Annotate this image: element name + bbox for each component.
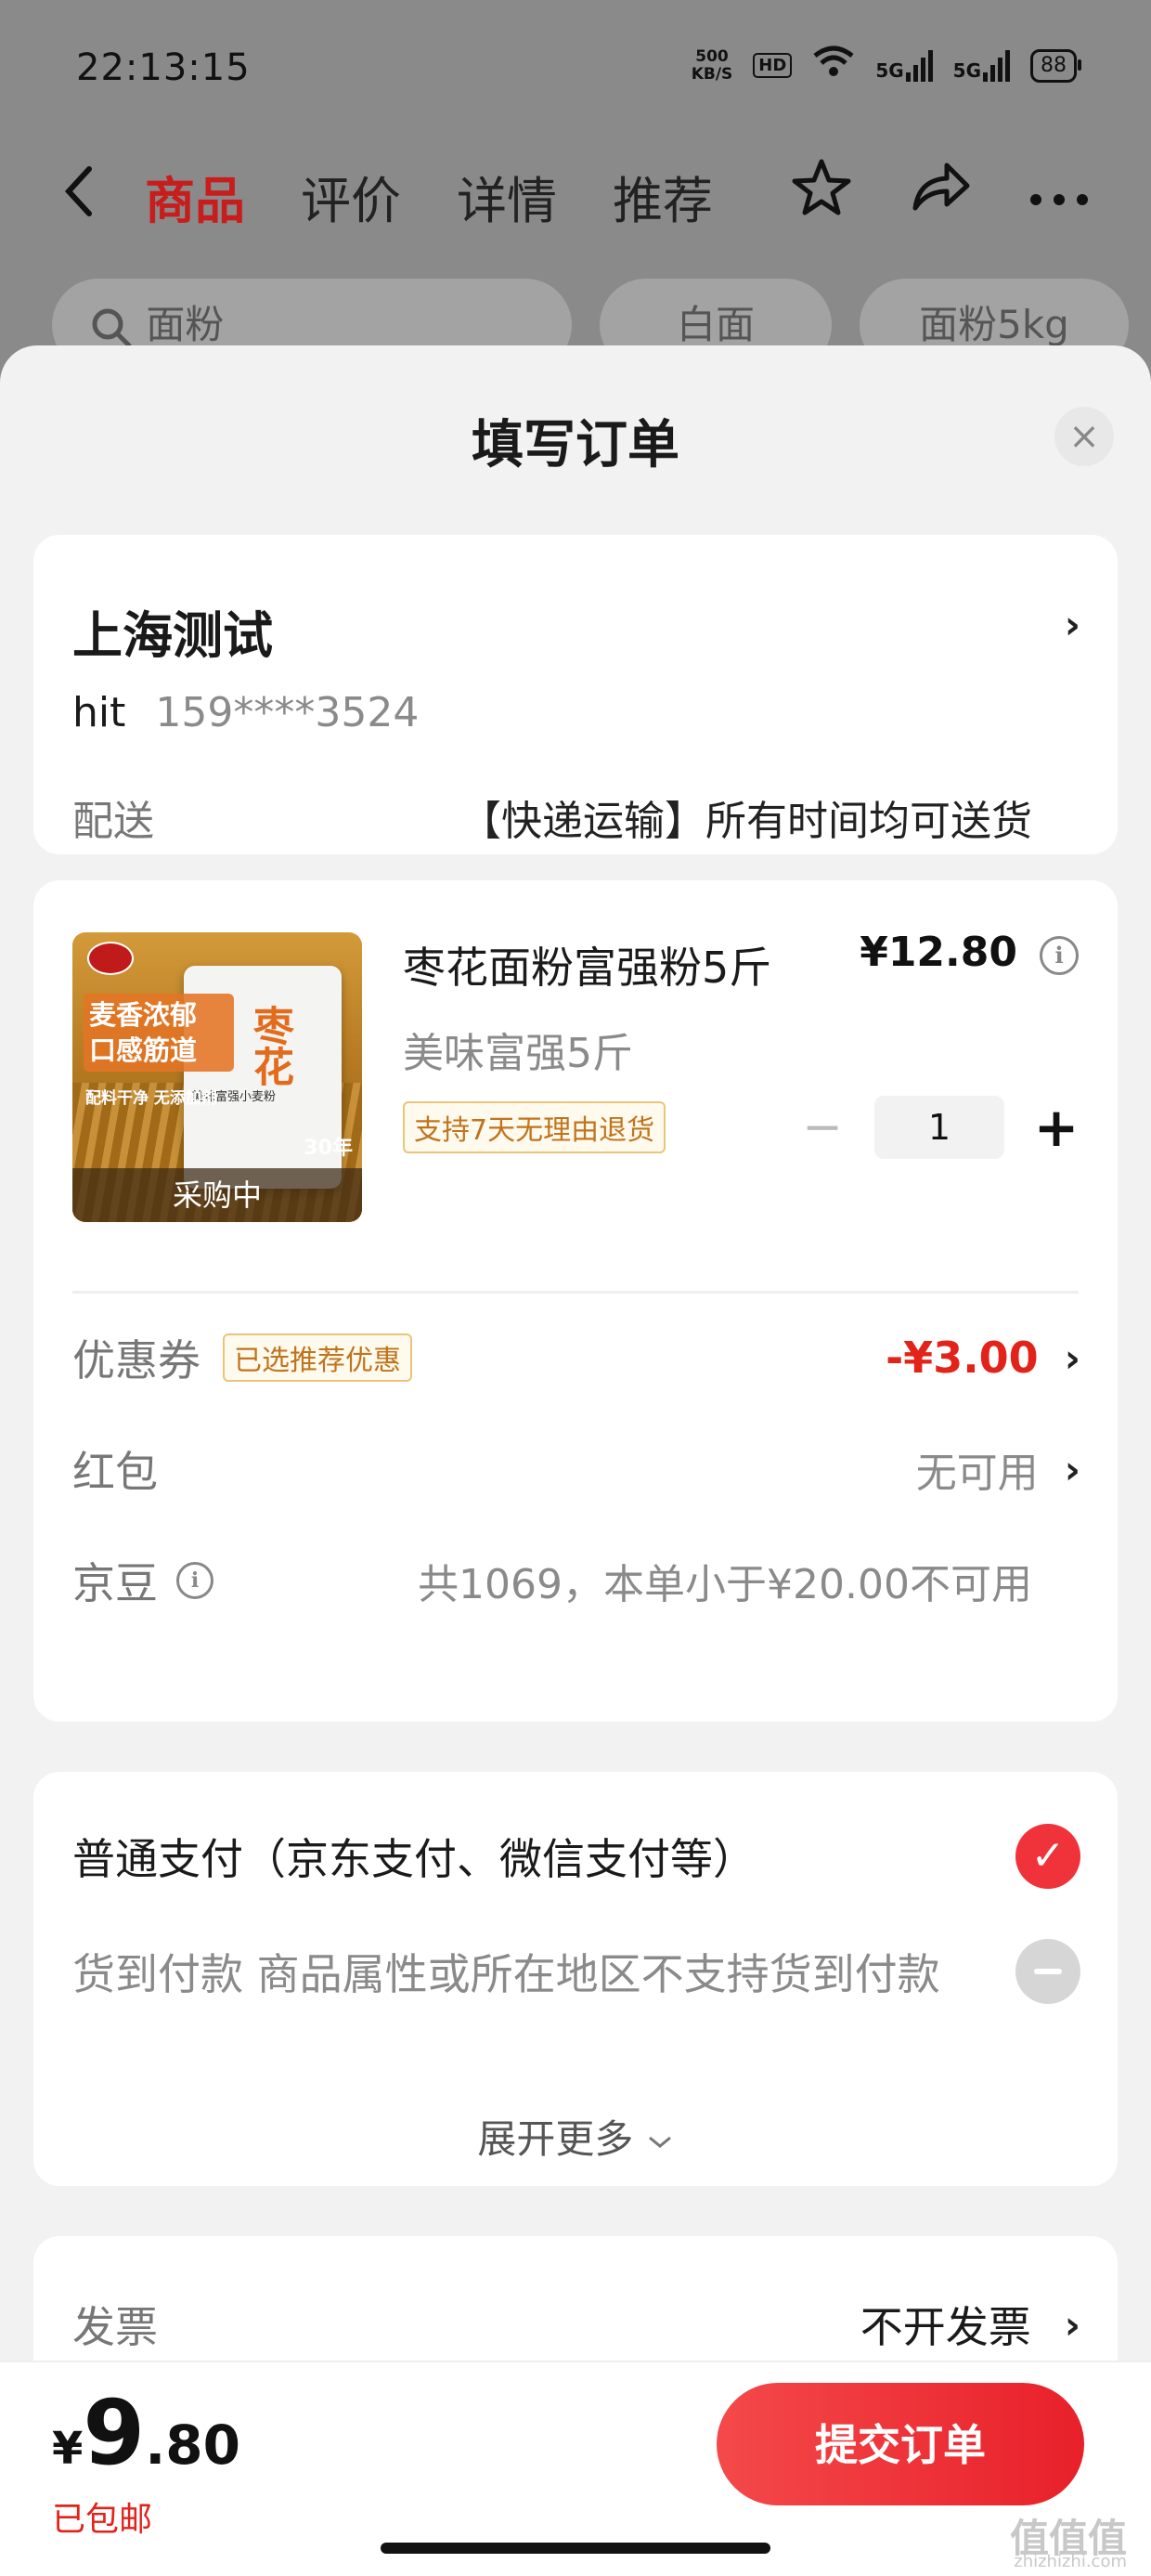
product-spec: 美味富强5斤 xyxy=(403,1030,633,1077)
share-icon[interactable] xyxy=(910,158,971,231)
network-speed-value: 500 xyxy=(695,46,729,66)
coupon-row[interactable]: 优惠券 已选推荐优惠 -¥3.00 › xyxy=(72,1321,1080,1395)
redpacket-label: 红包 xyxy=(72,1447,158,1497)
shipping-note: 已包邮 xyxy=(52,2501,153,2539)
redpacket-row[interactable]: 红包 无可用 › xyxy=(72,1432,1080,1506)
watermark-url: zhizhizhi.com xyxy=(1014,2552,1127,2571)
beans-info-icon[interactable]: i xyxy=(176,1562,213,1599)
expand-more-button[interactable]: 展开更多 xyxy=(33,2108,1118,2165)
redpacket-value: 无可用 xyxy=(915,1450,1039,1497)
network-speed-unit: KB/S xyxy=(691,64,733,84)
image-slogan: 麦香浓郁 口感筋道 xyxy=(84,994,234,1072)
payment-normal-label: 普通支付（京东支付、微信支付等） xyxy=(72,1834,756,1884)
coupon-badge: 已选推荐优惠 xyxy=(223,1334,412,1382)
sim2-label: 5G xyxy=(952,59,981,82)
coupon-value: -¥3.00 xyxy=(886,1333,1039,1383)
quantity-input[interactable]: 1 xyxy=(874,1096,1004,1159)
product-nav-bar: 商品 评价 详情 推荐 xyxy=(0,139,1151,241)
wifi-icon xyxy=(812,45,855,86)
total-integer: 9 xyxy=(83,2381,146,2485)
chevron-right-icon[interactable]: › xyxy=(1065,1447,1080,1492)
decrease-quantity-button[interactable]: − xyxy=(798,1099,847,1155)
nav-tabs: 商品 评价 详情 推荐 xyxy=(145,160,713,233)
invoice-value: 不开发票 xyxy=(860,2302,1031,2352)
chevron-right-icon[interactable]: › xyxy=(1065,2302,1080,2348)
tab-reviews[interactable]: 评价 xyxy=(301,160,401,233)
signal-icon-sim1: 5G xyxy=(875,49,933,82)
battery-icon: 88 xyxy=(1030,48,1081,83)
divider xyxy=(72,1291,1079,1294)
back-arrow-icon[interactable] xyxy=(61,163,98,232)
more-icon[interactable] xyxy=(1028,158,1090,231)
address-name: 上海测试 xyxy=(72,606,273,665)
product-title[interactable]: 枣花面粉富强粉5斤 xyxy=(403,934,771,995)
tab-details[interactable]: 详情 xyxy=(457,160,557,233)
total-currency: ¥ xyxy=(52,2423,84,2475)
network-speed: 500 KB/S xyxy=(691,46,733,84)
price-info-icon[interactable]: i xyxy=(1040,936,1079,975)
coupon-label: 优惠券 xyxy=(72,1335,200,1386)
signal-icon-sim2: 5G xyxy=(952,49,1010,82)
payment-card: 普通支付（京东支付、微信支付等） ✓ 货到付款 商品属性或所在地区不支持货到付款… xyxy=(33,1772,1118,2186)
expand-more-label: 展开更多 xyxy=(477,2116,634,2162)
image-corner-text: 30年 xyxy=(304,1137,353,1160)
brand-logo-icon xyxy=(87,942,134,975)
beans-value: 共1069，本单小于¥20.00不可用 xyxy=(418,1561,1032,1608)
product-price: ¥12.80 xyxy=(860,929,1017,976)
nav-actions xyxy=(791,158,1090,231)
address-card[interactable]: 上海测试 › hit 159****3524 配送 【快递运输】所有时间均可送货 xyxy=(33,535,1118,854)
status-bar: 22:13:15 500 KB/S HD 5G 5G 88 xyxy=(0,0,1151,139)
order-sheet: 填写订单 × 上海测试 › hit 159****3524 配送 【快递运输】所… xyxy=(0,345,1151,2574)
submit-order-button[interactable]: 提交订单 xyxy=(717,2383,1084,2505)
hd-icon: HD xyxy=(753,53,793,78)
product-card: 枣花 美味富强小麦粉 麦香浓郁 口感筋道 配料干净 无添加剂 30年 采购中 枣… xyxy=(33,880,1118,1722)
delivery-label: 配送 xyxy=(72,798,154,845)
delivery-value[interactable]: 【快递运输】所有时间均可送货 xyxy=(460,787,1032,847)
tab-product[interactable]: 商品 xyxy=(145,160,245,233)
sheet-title: 填写订单 xyxy=(472,415,679,475)
contact-phone: 159****3524 xyxy=(155,689,420,736)
status-icons: 500 KB/S HD 5G 5G 88 xyxy=(691,45,1081,86)
chevron-down-icon xyxy=(646,2116,674,2162)
beans-row: 京豆 i 共1069，本单小于¥20.00不可用 xyxy=(72,1543,1080,1618)
disabled-option-icon xyxy=(1015,1939,1080,2004)
address-contact: hit 159****3524 xyxy=(72,689,419,736)
search-chip-label: 面粉 xyxy=(146,302,225,347)
payment-option-normal[interactable]: 普通支付（京东支付、微信支付等） ✓ xyxy=(72,1824,1080,1889)
beans-label: 京豆 xyxy=(72,1558,158,1608)
product-image[interactable]: 枣花 美味富强小麦粉 麦香浓郁 口感筋道 配料干净 无添加剂 30年 采购中 xyxy=(72,932,362,1222)
chevron-right-icon[interactable]: › xyxy=(1065,1335,1080,1381)
payment-option-cod: 货到付款 商品属性或所在地区不支持货到付款 xyxy=(72,1939,1080,2004)
favorite-star-icon[interactable] xyxy=(791,158,852,231)
payment-cod-label: 货到付款 商品属性或所在地区不支持货到付款 xyxy=(72,1949,940,1999)
invoice-row[interactable]: 发票 不开发票 › xyxy=(72,2294,1080,2355)
search-icon xyxy=(89,302,146,348)
invoice-label: 发票 xyxy=(72,2302,158,2352)
order-total: ¥9.80 xyxy=(52,2381,240,2485)
chevron-right-icon[interactable]: › xyxy=(1065,602,1080,647)
status-time: 22:13:15 xyxy=(76,46,251,89)
increase-quantity-button[interactable]: + xyxy=(1032,1096,1080,1159)
image-slogan-sub: 配料干净 无添加剂 xyxy=(85,1089,217,1108)
purchasing-banner: 采购中 xyxy=(72,1168,362,1222)
checkmark-selected-icon[interactable]: ✓ xyxy=(1015,1824,1080,1889)
total-decimal: .80 xyxy=(145,2413,240,2477)
bag-brand-text: 枣花 xyxy=(246,1005,293,1086)
home-indicator[interactable] xyxy=(381,2543,770,2554)
tab-recommend[interactable]: 推荐 xyxy=(613,160,713,233)
contact-name: hit xyxy=(72,689,126,736)
sim1-label: 5G xyxy=(875,59,904,82)
quantity-stepper: − 1 + xyxy=(798,1096,1080,1159)
close-icon[interactable]: × xyxy=(1054,407,1114,466)
return-policy-badge: 支持7天无理由退货 xyxy=(403,1101,666,1153)
